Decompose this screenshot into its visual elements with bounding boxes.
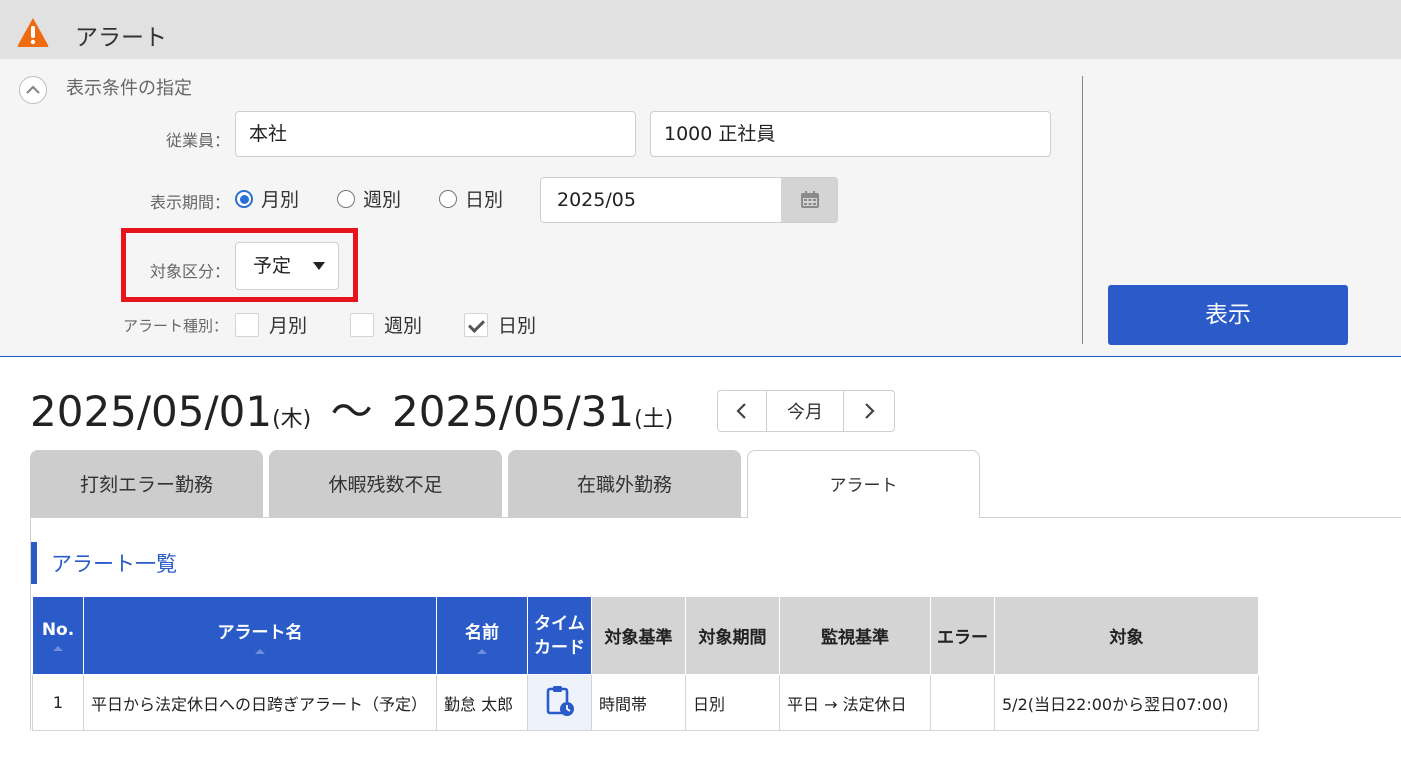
period-radio-daily[interactable]: 日別 bbox=[439, 185, 503, 212]
date-range: 2025/05/01(木) 〜 2025/05/31(土) bbox=[30, 387, 674, 436]
timecard-icon[interactable] bbox=[545, 684, 575, 718]
tab-alert[interactable]: アラート bbox=[747, 450, 980, 518]
this-month-button[interactable]: 今月 bbox=[767, 391, 844, 431]
calendar-button[interactable] bbox=[781, 177, 838, 223]
company-field[interactable]: 本社 bbox=[235, 111, 636, 157]
sort-icon bbox=[53, 646, 63, 651]
col-error: エラー bbox=[930, 596, 995, 675]
col-basis: 対象基準 bbox=[591, 596, 686, 675]
alert-type-weekly-checkbox[interactable]: 週別 bbox=[350, 311, 422, 338]
col-name[interactable]: 名前 bbox=[436, 596, 528, 675]
radio-icon bbox=[235, 189, 253, 208]
warning-icon bbox=[17, 18, 49, 47]
period-radio-monthly[interactable]: 月別 bbox=[235, 185, 299, 212]
page-title: アラート bbox=[75, 25, 167, 51]
col-period: 対象期間 bbox=[685, 596, 780, 675]
col-monitor: 監視基準 bbox=[779, 596, 931, 675]
cell-error bbox=[930, 674, 995, 731]
col-target: 対象 bbox=[994, 596, 1259, 675]
cell-basis: 時間帯 bbox=[591, 674, 686, 731]
cell-alert-name: 平日から法定休日への日跨ぎアラート（予定） bbox=[83, 674, 437, 731]
page-header: アラート bbox=[0, 0, 1401, 59]
next-month-button[interactable] bbox=[844, 391, 894, 431]
checkbox-icon bbox=[235, 312, 259, 337]
period-radio-weekly[interactable]: 週別 bbox=[337, 185, 401, 212]
month-pager: 今月 bbox=[717, 390, 895, 432]
tab-underline bbox=[30, 517, 1401, 518]
cell-name: 勤怠 太郎 bbox=[436, 674, 528, 731]
chevron-right-icon bbox=[865, 403, 875, 419]
cell-target: 5/2(当日22:00から翌日07:00) bbox=[994, 674, 1259, 731]
highlight-box bbox=[121, 228, 358, 302]
tab-outside-employment[interactable]: 在職外勤務 bbox=[508, 450, 741, 518]
show-button[interactable]: 表示 bbox=[1108, 285, 1348, 345]
alert-table: No. アラート名 名前 タイム カード 対象基準 対象期間 監視基準 エラー … bbox=[32, 596, 1259, 731]
chevron-up-icon[interactable] bbox=[19, 76, 47, 104]
prev-month-button[interactable] bbox=[718, 391, 767, 431]
table-row: 1 平日から法定休日への日跨ぎアラート（予定） 勤怠 太郎 時間帯 日別 平日 … bbox=[32, 674, 1259, 731]
condition-title: 表示条件の指定 bbox=[66, 78, 192, 99]
col-timecard: タイム カード bbox=[527, 596, 592, 675]
alert-type-monthly-checkbox[interactable]: 月別 bbox=[235, 311, 307, 338]
employment-type-field[interactable]: 1000 正社員 bbox=[650, 111, 1051, 157]
tab-leave-shortage[interactable]: 休暇残数不足 bbox=[269, 450, 502, 518]
col-no[interactable]: No. bbox=[32, 596, 84, 675]
sort-icon bbox=[477, 648, 487, 654]
employee-label: 従業員： bbox=[165, 131, 230, 150]
section-title: アラート一覧 bbox=[31, 542, 177, 584]
sort-icon bbox=[255, 648, 265, 654]
alert-type-daily-checkbox[interactable]: 日別 bbox=[464, 311, 536, 338]
radio-icon bbox=[337, 189, 355, 208]
checkmark-icon bbox=[464, 312, 488, 337]
calendar-icon bbox=[801, 191, 819, 208]
divider bbox=[1082, 76, 1083, 344]
cell-monitor: 平日 → 法定休日 bbox=[779, 674, 931, 731]
alert-type-label: アラート種別： bbox=[122, 317, 228, 335]
condition-panel: 表示条件の指定 従業員： 本社 1000 正社員 表示期間： 月別 週別 日別 … bbox=[0, 59, 1401, 357]
radio-icon bbox=[439, 189, 457, 208]
tab-punch-error[interactable]: 打刻エラー勤務 bbox=[30, 450, 263, 518]
cell-period: 日別 bbox=[685, 674, 780, 731]
cell-timecard[interactable] bbox=[527, 674, 592, 731]
checkbox-icon bbox=[350, 312, 374, 337]
date-field[interactable]: 2025/05 bbox=[540, 177, 782, 223]
chevron-left-icon bbox=[736, 403, 746, 419]
period-label: 表示期間： bbox=[149, 193, 230, 212]
col-alert-name[interactable]: アラート名 bbox=[83, 596, 437, 675]
cell-no: 1 bbox=[32, 674, 84, 731]
